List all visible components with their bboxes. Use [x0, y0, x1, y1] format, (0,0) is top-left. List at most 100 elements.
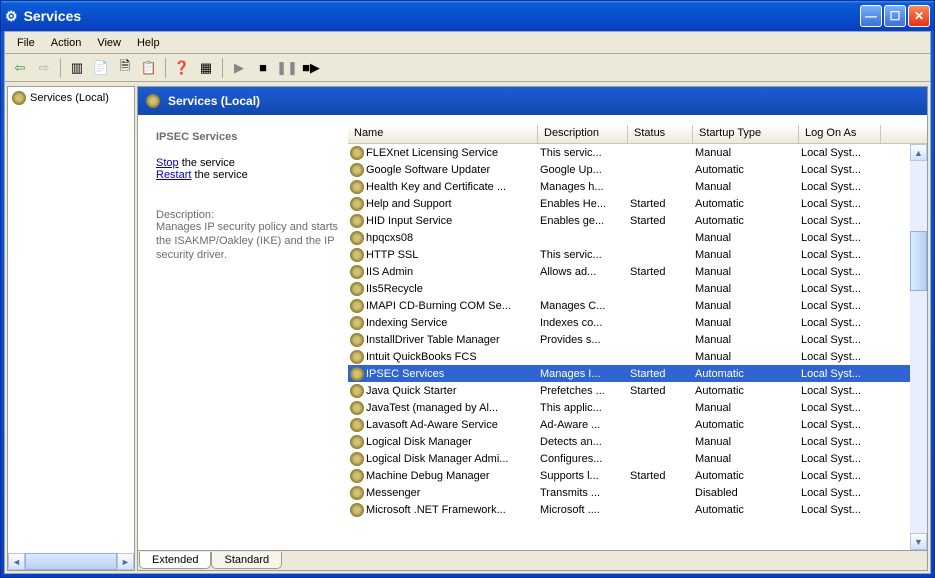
show-hide-tree-button[interactable]: ▥ [66, 57, 88, 79]
service-startup: Automatic [693, 164, 799, 176]
service-logon: Local Syst... [799, 181, 881, 193]
service-logon: Local Syst... [799, 334, 881, 346]
service-startup: Automatic [693, 385, 799, 397]
tree-root-item[interactable]: Services (Local) [8, 87, 134, 109]
service-logon: Local Syst... [799, 215, 881, 227]
service-logon: Local Syst... [799, 147, 881, 159]
menubar: File Action View Help [5, 32, 930, 54]
menu-action[interactable]: Action [43, 35, 90, 51]
vscroll-thumb[interactable] [910, 231, 927, 291]
stop-service-button[interactable]: ■ [252, 57, 274, 79]
service-startup: Manual [693, 232, 799, 244]
service-row[interactable]: IIS AdminAllows ad...StartedManualLocal … [348, 263, 927, 280]
service-row[interactable]: IMAPI CD-Burning COM Se...Manages C...Ma… [348, 297, 927, 314]
service-row[interactable]: Machine Debug ManagerSupports l...Starte… [348, 467, 927, 484]
service-status: Started [628, 368, 693, 380]
service-name: IMAPI CD-Burning COM Se... [366, 300, 511, 312]
pause-service-button[interactable]: ❚❚ [276, 57, 298, 79]
service-icon [350, 486, 364, 500]
hscroll-thumb[interactable] [25, 553, 117, 570]
service-row[interactable]: Logical Disk Manager Admi...Configures..… [348, 450, 927, 467]
close-button[interactable]: ✕ [908, 5, 930, 27]
restart-service-button[interactable]: ■▶ [300, 57, 322, 79]
menu-view[interactable]: View [89, 35, 129, 51]
service-logon: Local Syst... [799, 300, 881, 312]
stop-service-link[interactable]: Stop [156, 157, 179, 169]
col-status[interactable]: Status [628, 125, 693, 143]
service-name: Logical Disk Manager [366, 436, 472, 448]
service-icon [350, 248, 364, 262]
service-name: Messenger [366, 487, 420, 499]
service-row[interactable]: HTTP SSLThis servic...ManualLocal Syst..… [348, 246, 927, 263]
col-name[interactable]: Name [348, 125, 538, 143]
back-button[interactable]: ⇦ [9, 57, 31, 79]
forward-button[interactable]: ⇨ [33, 57, 55, 79]
service-name: JavaTest (managed by Al... [366, 402, 498, 414]
service-logon: Local Syst... [799, 232, 881, 244]
service-row[interactable]: InstallDriver Table ManagerProvides s...… [348, 331, 927, 348]
service-row[interactable]: Intuit QuickBooks FCSManualLocal Syst... [348, 348, 927, 365]
minimize-button[interactable]: — [860, 5, 882, 27]
start-service-button[interactable]: ▶ [228, 57, 250, 79]
service-startup: Manual [693, 351, 799, 363]
service-logon: Local Syst... [799, 453, 881, 465]
service-name: IIS Admin [366, 266, 413, 278]
service-description: Manages h... [538, 181, 628, 193]
service-description: Manages I... [538, 368, 628, 380]
toolbar-extra-button[interactable]: ▦ [195, 57, 217, 79]
service-row[interactable]: IPSEC ServicesManages I...StartedAutomat… [348, 365, 927, 382]
stop-suffix: the service [179, 157, 235, 169]
list-vscrollbar[interactable]: ▲ ▼ [910, 144, 927, 550]
service-logon: Local Syst... [799, 470, 881, 482]
col-logon[interactable]: Log On As [799, 125, 881, 143]
service-row[interactable]: Indexing ServiceIndexes co...ManualLocal… [348, 314, 927, 331]
service-icon [350, 452, 364, 466]
service-row[interactable]: Java Quick StarterPrefetches ...StartedA… [348, 382, 927, 399]
service-logon: Local Syst... [799, 368, 881, 380]
scroll-right-button[interactable]: ► [117, 553, 134, 570]
service-description: This applic... [538, 402, 628, 414]
services-window: ⚙ Services — ☐ ✕ File Action View Help ⇦… [0, 0, 935, 578]
service-startup: Manual [693, 300, 799, 312]
service-row[interactable]: FLEXnet Licensing ServiceThis servic...M… [348, 144, 927, 161]
refresh-button[interactable]: 🗎 [114, 57, 136, 79]
tab-extended[interactable]: Extended [139, 552, 211, 569]
menu-help[interactable]: Help [129, 35, 168, 51]
description-label: Description: [156, 209, 338, 221]
service-row[interactable]: Health Key and Certificate ...Manages h.… [348, 178, 927, 195]
tree-hscrollbar[interactable]: ◄ ► [8, 553, 134, 570]
scroll-down-button[interactable]: ▼ [910, 533, 927, 550]
export-list-button[interactable]: 📋 [138, 57, 160, 79]
service-row[interactable]: MessengerTransmits ...DisabledLocal Syst… [348, 484, 927, 501]
service-row[interactable]: Lavasoft Ad-Aware ServiceAd-Aware ...Aut… [348, 416, 927, 433]
service-row[interactable]: JavaTest (managed by Al... This applic...… [348, 399, 927, 416]
service-row[interactable]: Google Software UpdaterGoogle Up...Autom… [348, 161, 927, 178]
service-row[interactable]: Help and SupportEnables He...StartedAuto… [348, 195, 927, 212]
titlebar[interactable]: ⚙ Services — ☐ ✕ [1, 1, 934, 31]
service-icon [350, 503, 364, 517]
service-name: Microsoft .NET Framework... [366, 504, 506, 516]
service-row[interactable]: Microsoft .NET Framework...Microsoft ...… [348, 501, 927, 518]
scroll-up-button[interactable]: ▲ [910, 144, 927, 161]
scroll-left-button[interactable]: ◄ [8, 553, 25, 570]
service-row[interactable]: IIs5RecycleManualLocal Syst... [348, 280, 927, 297]
help-button[interactable]: ❓ [171, 57, 193, 79]
properties-button[interactable]: 📄 [90, 57, 112, 79]
service-icon [350, 384, 364, 398]
tree-root-label: Services (Local) [30, 92, 109, 104]
service-name: InstallDriver Table Manager [366, 334, 500, 346]
maximize-button[interactable]: ☐ [884, 5, 906, 27]
restart-service-link[interactable]: Restart [156, 169, 191, 181]
service-row[interactable]: hpqcxs08ManualLocal Syst... [348, 229, 927, 246]
service-row[interactable]: HID Input ServiceEnables ge...StartedAut… [348, 212, 927, 229]
service-row[interactable]: Logical Disk ManagerDetects an...ManualL… [348, 433, 927, 450]
tab-standard[interactable]: Standard [211, 552, 282, 569]
col-startup[interactable]: Startup Type [693, 125, 799, 143]
col-description[interactable]: Description [538, 125, 628, 143]
menu-file[interactable]: File [9, 35, 43, 51]
service-startup: Automatic [693, 419, 799, 431]
service-startup: Automatic [693, 470, 799, 482]
window-title: Services [24, 8, 82, 24]
service-icon [350, 435, 364, 449]
service-startup: Manual [693, 249, 799, 261]
